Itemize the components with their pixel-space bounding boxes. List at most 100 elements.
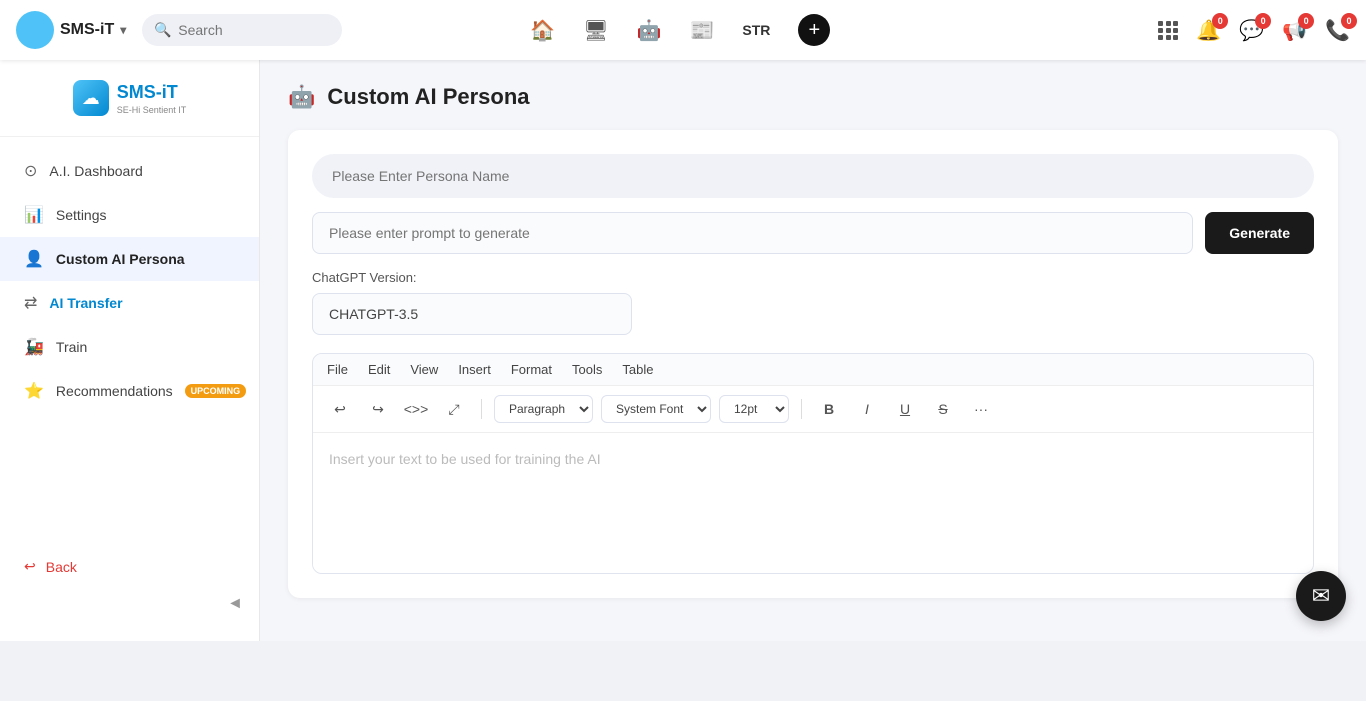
notification-badge: 0: [1212, 13, 1228, 29]
brand[interactable]: SMS-iT ▾: [16, 11, 126, 49]
more-options-button[interactable]: ···: [966, 394, 996, 424]
redo-button[interactable]: ↪: [363, 394, 393, 424]
search-wrap: 🔍: [142, 14, 342, 46]
rich-text-editor: File Edit View Insert Format Tools Table…: [312, 353, 1314, 574]
sidebar-nav: ⊙ A.I. Dashboard 📊 Settings 👤 Custom AI …: [0, 149, 259, 546]
transfer-icon: ⇄: [24, 293, 37, 313]
sidebar-item-label: Custom AI Persona: [56, 251, 235, 267]
code-button[interactable]: <>>: [401, 394, 431, 424]
back-label: Back: [46, 559, 77, 575]
toolbar-sep-1: [481, 399, 482, 419]
settings-icon: 📊: [24, 205, 44, 225]
grid-nav-button[interactable]: [1158, 21, 1178, 40]
undo-button[interactable]: ↩: [325, 394, 355, 424]
persona-icon: 👤: [24, 249, 44, 269]
sidebar-item-label: Settings: [56, 207, 235, 223]
train-icon: 🚂: [24, 337, 44, 357]
persona-name-input[interactable]: [312, 154, 1314, 198]
font-select[interactable]: System Font: [601, 395, 711, 423]
strikethrough-button[interactable]: S: [928, 394, 958, 424]
phone-badge: 0: [1341, 13, 1357, 29]
toolbar-sep-2: [801, 399, 802, 419]
add-button[interactable]: +: [798, 14, 830, 46]
sidebar-collapse-button[interactable]: ◄: [0, 587, 259, 621]
logo-subtitle: SE-Hi Sentient IT: [117, 105, 187, 115]
messages-button[interactable]: 💬 0: [1239, 18, 1264, 43]
phone-button[interactable]: 📞 0: [1325, 18, 1350, 43]
menu-edit[interactable]: Edit: [368, 362, 390, 377]
menu-table[interactable]: Table: [622, 362, 653, 377]
logo-icon: ☁: [73, 80, 109, 116]
chatgpt-version-label: ChatGPT Version:: [312, 270, 1314, 285]
brand-avatar: [16, 11, 54, 49]
top-nav: SMS-iT ▾ 🔍 🏠 🖥 🤖 📰 STR + 🔔 0 💬 0: [0, 0, 1366, 60]
page-header-icon: 🤖: [288, 84, 315, 110]
upcoming-badge: UPCOMING: [185, 384, 247, 398]
dashboard-icon: ⊙: [24, 161, 37, 181]
sidebar-item-label: AI Transfer: [49, 295, 235, 311]
layout: ☁ SMS-iT SE-Hi Sentient IT ⊙ A.I. Dashbo…: [0, 60, 1366, 641]
robot-icon[interactable]: 🤖: [637, 18, 662, 43]
sidebar-item-label: Train: [56, 339, 235, 355]
sidebar-item-custom-ai-persona[interactable]: 👤 Custom AI Persona: [0, 237, 259, 281]
announcements-button[interactable]: 📢 0: [1282, 18, 1307, 43]
logo-suffix: iT: [162, 82, 178, 102]
nav-center-icons: 🏠 🖥 🤖 📰 STR +: [530, 14, 830, 46]
italic-button[interactable]: I: [852, 394, 882, 424]
message-badge: 0: [1255, 13, 1271, 29]
notifications-button[interactable]: 🔔 0: [1196, 18, 1221, 43]
logo-text-wrap: SMS-iT SE-Hi Sentient IT: [117, 82, 187, 115]
prompt-input[interactable]: [312, 212, 1193, 254]
editor-toolbar: ↩ ↪ <>> ⤢ Paragraph System Font 12pt: [313, 386, 1313, 433]
sidebar-item-settings[interactable]: 📊 Settings: [0, 193, 259, 237]
sidebar-item-ai-dashboard[interactable]: ⊙ A.I. Dashboard: [0, 149, 259, 193]
menu-insert[interactable]: Insert: [458, 362, 491, 377]
sidebar-item-recommendations[interactable]: ⭐ Recommendations UPCOMING: [0, 369, 259, 413]
menu-file[interactable]: File: [327, 362, 348, 377]
logo-text: SMS-iT: [117, 82, 187, 103]
announce-badge: 0: [1298, 13, 1314, 29]
underline-button[interactable]: U: [890, 394, 920, 424]
search-input[interactable]: [142, 14, 342, 46]
search-icon: 🔍: [154, 22, 171, 39]
editor-placeholder: Insert your text to be used for training…: [329, 451, 601, 467]
nav-right-icons: 🔔 0 💬 0 📢 0 📞 0: [1158, 18, 1350, 43]
brand-name: SMS-iT: [60, 21, 114, 39]
home-icon[interactable]: 🏠: [530, 18, 555, 43]
sidebar-logo: ☁ SMS-iT SE-Hi Sentient IT: [0, 80, 259, 137]
menu-view[interactable]: View: [410, 362, 438, 377]
page-header: 🤖 Custom AI Persona: [288, 84, 1338, 110]
main-content: 🤖 Custom AI Persona Generate ChatGPT Ver…: [260, 60, 1366, 641]
fullscreen-button[interactable]: ⤢: [439, 394, 469, 424]
grid-icon: [1158, 21, 1178, 40]
page-title: Custom AI Persona: [327, 84, 529, 110]
editor-body[interactable]: Insert your text to be used for training…: [313, 433, 1313, 573]
feed-icon[interactable]: 📰: [689, 18, 714, 43]
sidebar-item-train[interactable]: 🚂 Train: [0, 325, 259, 369]
menu-tools[interactable]: Tools: [572, 362, 602, 377]
str-label[interactable]: STR: [742, 22, 770, 38]
paragraph-select[interactable]: Paragraph: [494, 395, 593, 423]
bold-button[interactable]: B: [814, 394, 844, 424]
chat-fab-button[interactable]: ✉: [1296, 571, 1346, 621]
sidebar: ☁ SMS-iT SE-Hi Sentient IT ⊙ A.I. Dashbo…: [0, 60, 260, 641]
logo-box: ☁ SMS-iT SE-Hi Sentient IT: [73, 80, 187, 116]
recommendations-icon: ⭐: [24, 381, 44, 401]
back-icon: ↩: [24, 558, 36, 575]
collapse-icon: ◄: [227, 595, 243, 613]
chat-fab-icon: ✉: [1312, 583, 1330, 609]
sidebar-item-ai-transfer[interactable]: ⇄ AI Transfer: [0, 281, 259, 325]
sidebar-item-label: Recommendations: [56, 383, 173, 399]
sidebar-item-label: A.I. Dashboard: [49, 163, 235, 179]
sidebar-item-back[interactable]: ↩ Back: [0, 546, 259, 587]
logo-prefix: SMS-: [117, 82, 162, 102]
prompt-row: Generate: [312, 212, 1314, 254]
editor-menu-bar: File Edit View Insert Format Tools Table: [313, 354, 1313, 386]
generate-button[interactable]: Generate: [1205, 212, 1314, 254]
font-size-select[interactable]: 12pt: [719, 395, 789, 423]
brand-chevron: ▾: [120, 23, 126, 37]
monitor-icon[interactable]: 🖥: [583, 18, 608, 43]
chatgpt-version-input[interactable]: [312, 293, 632, 335]
form-card: Generate ChatGPT Version: File Edit View…: [288, 130, 1338, 598]
menu-format[interactable]: Format: [511, 362, 552, 377]
